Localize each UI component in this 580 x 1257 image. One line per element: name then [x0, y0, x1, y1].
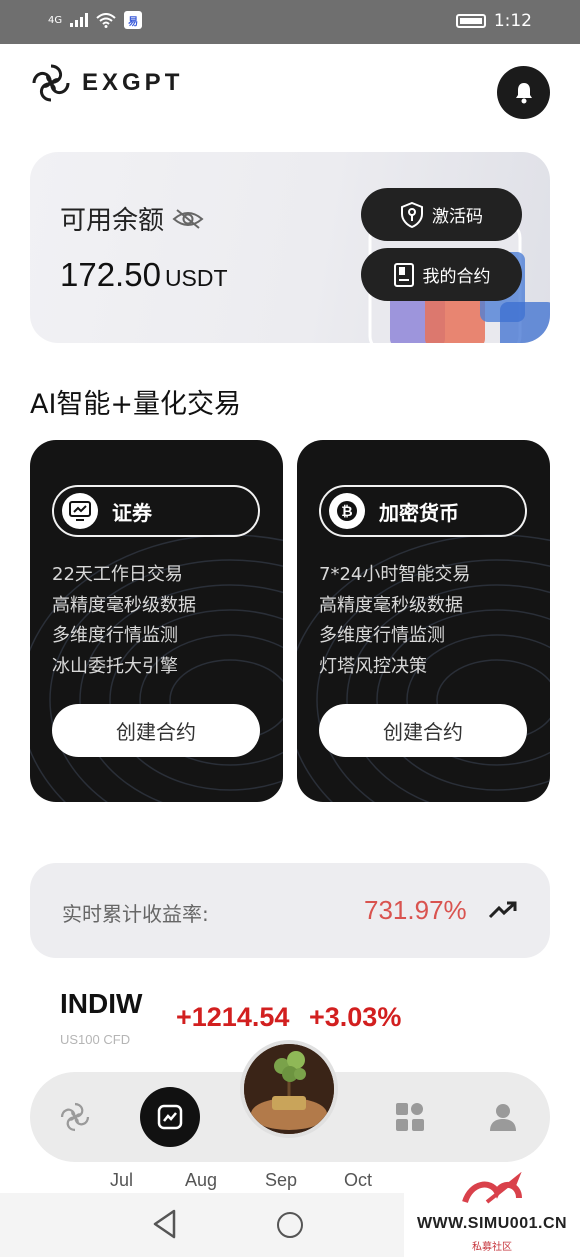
signal-icon: [70, 13, 89, 27]
crypto-card: ₿ 加密货币 7*24小时智能交易 高精度毫秒级数据 多维度行情监测 灯塔风控决…: [297, 440, 550, 802]
balance-label-row: 可用余额: [60, 200, 204, 237]
return-rate-value: 731.97%: [364, 895, 467, 925]
back-icon[interactable]: [152, 1209, 178, 1239]
month-label: Jul: [110, 1170, 134, 1190]
securities-features: 22天工作日交易 高精度毫秒级数据 多维度行情监测 冰山委托大引擎: [52, 560, 196, 682]
logo: EXGPT: [30, 62, 183, 104]
bitcoin-icon: ₿: [329, 493, 365, 529]
battery-icon: [455, 14, 486, 28]
create-securities-contract-button[interactable]: 创建合约: [52, 704, 260, 757]
feature-item: 多维度行情监测: [52, 625, 178, 646]
notification-button[interactable]: [497, 66, 550, 119]
securities-header: 证券: [52, 485, 260, 537]
chart-monitor-icon: [62, 493, 98, 529]
crypto-features: 7*24小时智能交易 高精度毫秒级数据 多维度行情监测 灯塔风控决策: [319, 560, 470, 682]
logo-text: EXGPT: [82, 69, 184, 96]
ticker-change: +1214.54: [176, 1002, 290, 1032]
feature-item: 灯塔风控决策: [319, 655, 427, 677]
money-tree-image: [244, 1044, 334, 1134]
nav-home[interactable]: [46, 1088, 104, 1146]
nav-market[interactable]: [140, 1087, 200, 1147]
activation-code-label: 激活码: [432, 207, 483, 227]
clock: 1:12: [493, 11, 532, 31]
balance-label: 可用余额: [60, 206, 165, 236]
feature-item: 高精度毫秒级数据: [52, 594, 196, 616]
create-crypto-contract-button[interactable]: 创建合约: [319, 704, 527, 757]
activation-code-button[interactable]: 激活码: [361, 188, 522, 241]
bell-icon: [515, 82, 532, 103]
watermark: WWW.SIMU001.CN 私募社区: [404, 1170, 580, 1257]
balance-amount-row: 172.50 USDT: [60, 256, 228, 294]
feature-item: 多维度行情监测: [319, 625, 445, 646]
chart-icon: [157, 1104, 183, 1130]
feature-item: 高精度毫秒级数据: [319, 594, 463, 616]
watermark-text: WWW.SIMU001.CN: [416, 1215, 568, 1232]
home-icon[interactable]: [277, 1212, 303, 1238]
network-type: 4G: [48, 14, 63, 26]
wifi-icon: [96, 12, 116, 28]
feature-item: 22天工作日交易: [52, 564, 183, 585]
return-rate-label: 实时累计收益率:: [62, 902, 209, 926]
ticker-percent: +3.03%: [309, 1002, 402, 1032]
logo-icon: [32, 64, 70, 102]
center-action-button[interactable]: [240, 1040, 338, 1138]
feature-item: 冰山委托大引擎: [52, 655, 178, 677]
shield-key-icon: [401, 201, 423, 228]
grid-icon: [396, 1103, 424, 1131]
balance-unit: USDT: [164, 265, 228, 291]
balance-amount: 172.50: [60, 256, 161, 293]
balance-card: 可用余额 172.50 USDT 激活码 我的合约: [30, 152, 550, 343]
trending-up-icon: [488, 901, 517, 919]
crypto-header: ₿ 加密货币: [319, 485, 527, 537]
month-label: Oct: [344, 1170, 373, 1190]
my-contracts-label: 我的合约: [422, 267, 491, 287]
return-rate-card[interactable]: 实时累计收益率: 731.97%: [30, 863, 550, 958]
month-label: Aug: [185, 1170, 218, 1190]
watermark-logo-icon: [462, 1172, 522, 1204]
nav-profile[interactable]: [474, 1088, 532, 1146]
crypto-title: 加密货币: [379, 500, 459, 525]
nav-apps[interactable]: [381, 1088, 439, 1146]
ticker-name[interactable]: INDIW: [60, 988, 142, 1020]
user-icon: [490, 1104, 516, 1131]
feature-item: 7*24小时智能交易: [319, 564, 471, 585]
app-header: EXGPT: [0, 44, 580, 144]
svg-text:₿: ₿: [341, 504, 352, 520]
ticker-subtitle: US100 CFD: [60, 1032, 131, 1047]
eye-off-icon[interactable]: [172, 207, 204, 231]
section-title: AI智能+量化交易: [30, 389, 242, 420]
status-bar: 4G 易 1:12: [0, 0, 580, 44]
app-notification-icon: 易: [124, 11, 143, 29]
securities-card: 证券 22天工作日交易 高精度毫秒级数据 多维度行情监测 冰山委托大引擎 创建合…: [30, 440, 283, 802]
securities-title: 证券: [112, 500, 152, 525]
logo-icon: [60, 1102, 90, 1132]
my-contracts-button[interactable]: 我的合约: [361, 248, 522, 301]
watermark-subtext: 私募社区: [472, 1242, 512, 1253]
month-label: Sep: [265, 1170, 298, 1190]
document-icon: [393, 262, 414, 287]
